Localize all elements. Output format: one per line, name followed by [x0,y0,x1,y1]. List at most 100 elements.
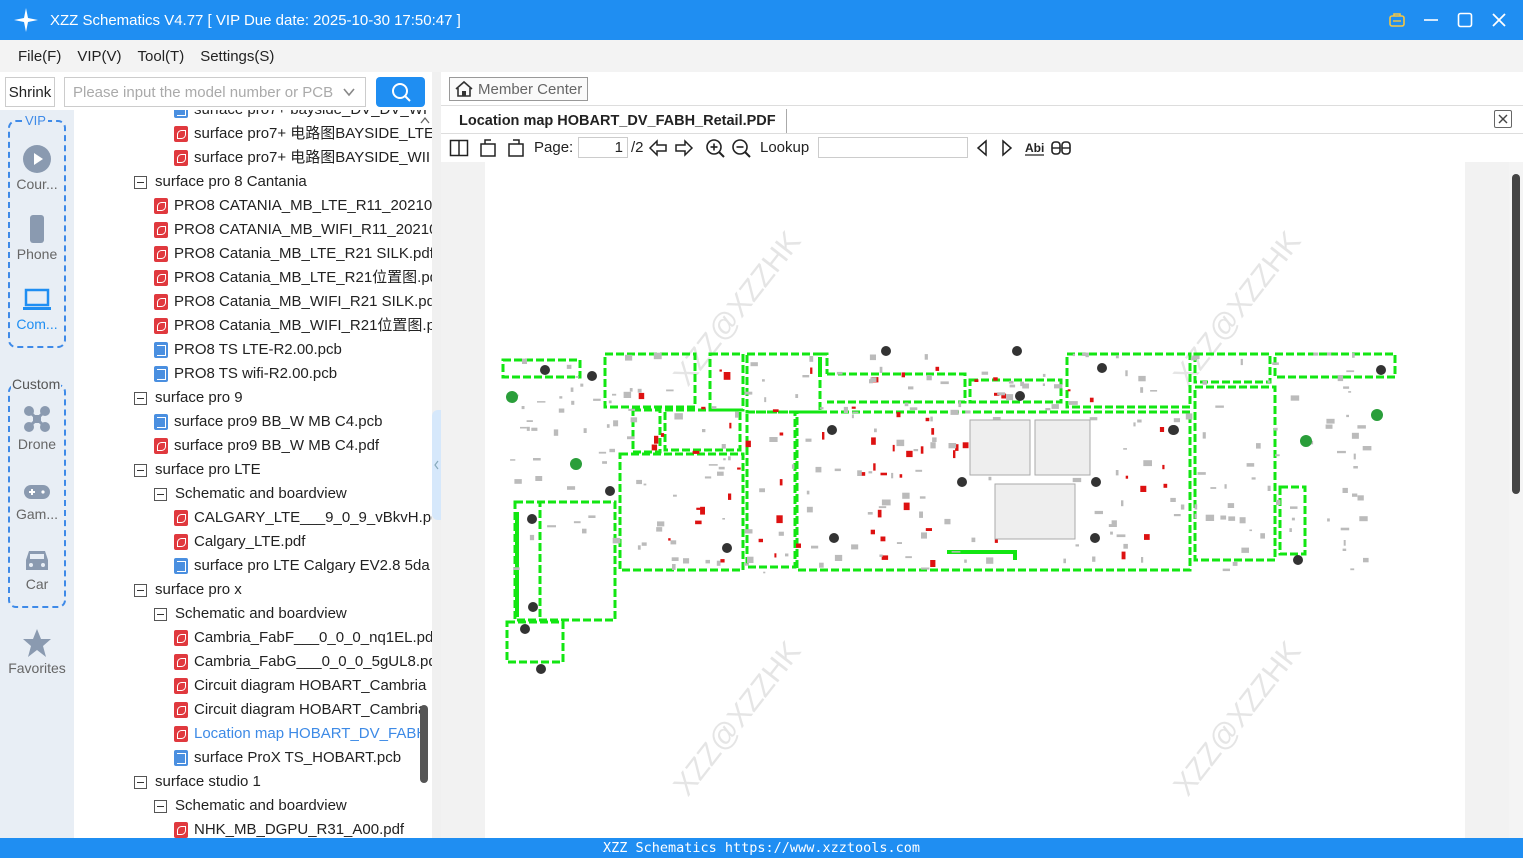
tree-file[interactable]: PRO8 CATANIA_MB_LTE_R11_202101 [154,194,432,218]
rail-item-drone[interactable]: Drone [0,404,74,452]
component-outline [843,406,848,413]
tree-file[interactable]: CALGARY_LTE___9_0_9_vBkvH.pdf [174,506,432,530]
tree-file[interactable]: NHK_MB_DGPU_R31_A00.pdf [174,818,404,838]
zoom-in-icon[interactable] [705,138,725,158]
category-rail: VIP Cour... Phone Com... Custom Drone Ga… [0,110,74,838]
tree-scroll-thumb[interactable] [420,705,428,783]
rail-item-car[interactable]: Car [0,546,74,592]
tree-file[interactable]: PRO8 Catania_MB_LTE_R21位置图.pd [154,266,432,290]
tree-scrollbar[interactable] [418,115,430,835]
collapse-icon[interactable] [134,583,147,597]
find-next-icon[interactable] [999,138,1015,158]
collapse-panel-handle[interactable] [432,410,441,520]
rail-item-course[interactable]: Cour... [0,144,74,192]
component-mark [723,372,731,380]
tree-file[interactable]: surface pro7+ bayside_DV_DV_WI [174,110,427,122]
menu-tool[interactable]: Tool(T) [138,48,185,65]
tree-file[interactable]: surface pro LTE Calgary EV2.8 5da [174,554,430,578]
tree-folder[interactable]: surface pro 9 [134,386,243,410]
chevron-down-icon[interactable] [341,84,357,100]
maximize-button[interactable] [1451,6,1479,34]
rail-item-favorites[interactable]: Favorites [0,628,74,676]
model-search-input[interactable]: Please input the model number or PCB [64,77,366,107]
tree-file[interactable]: surface pro9 BB_W MB C4.pdf [154,434,379,458]
rail-item-label: Cour... [16,176,58,192]
tree-file[interactable]: Location map HOBART_DV_FABH [174,722,427,746]
menu-bar: File(F) VIP(V) Tool(T) Settings(S) [0,40,1523,72]
tree-folder[interactable]: surface studio 1 [134,770,261,794]
tree-file[interactable]: surface pro9 BB_W MB C4.pcb [154,410,382,434]
viewer-scrollbar[interactable] [1509,162,1523,838]
component-outline [913,449,919,452]
tree-file[interactable]: surface pro7+ 电路图BAYSIDE_WII [174,146,430,170]
menu-file[interactable]: File(F) [18,48,61,65]
tree-file[interactable]: PRO8 TS wifi-R2.00.pcb [154,362,337,386]
tree-folder[interactable]: surface pro LTE [134,458,261,482]
tree-file[interactable]: Cambria_FabG___0_0_0_5gUL8.pdf [174,650,432,674]
whole-word-icon[interactable] [1050,138,1072,158]
component-outline [1072,477,1082,483]
menu-settings[interactable]: Settings(S) [200,48,274,65]
component-outline [795,394,799,398]
page-number-input[interactable]: 1 [578,137,628,158]
tree-folder[interactable]: Schematic and boardview [154,794,347,818]
tree-file[interactable]: PRO8 Catania_MB_WIFI_R21 SILK.pdf [154,290,432,314]
tree-file[interactable]: Circuit diagram HOBART_Cambria [174,698,426,722]
collapse-icon[interactable] [154,799,167,813]
component-outline [869,379,873,384]
close-button[interactable] [1485,6,1513,34]
prev-page-icon[interactable] [648,138,668,158]
rail-item-computer[interactable]: Com... [0,286,74,332]
tree-file[interactable]: surface pro7+ 电路图BAYSIDE_LTE [174,122,432,146]
component-outline [1346,414,1349,418]
match-case-icon[interactable]: Abi [1024,138,1046,158]
tree-file[interactable]: Calgary_LTE.pdf [174,530,305,554]
document-viewer[interactable]: XZZ@XZZHK XZZ@XZZHK XZZ@XZZHK XZZ@XZZHK [441,162,1509,838]
tree-folder[interactable]: Schematic and boardview [154,482,347,506]
tree-file[interactable]: PRO8 CATANIA_MB_WIFI_R11_20210 [154,218,432,242]
collapse-icon[interactable] [134,463,147,477]
collapse-icon[interactable] [154,607,167,621]
zoom-out-icon[interactable] [731,138,751,158]
tree-folder[interactable]: surface pro 8 Cantania [134,170,307,194]
rotate-right-icon[interactable] [505,138,525,158]
tree-file[interactable]: PRO8 TS LTE-R2.00.pcb [154,338,342,362]
file-tree[interactable]: surface pro7+ bayside_DV_DV_WIsurface pr… [74,110,432,838]
tree-file[interactable]: surface ProX TS_HOBART.pcb [174,746,401,770]
collapse-icon[interactable] [134,391,147,405]
rail-item-label: Car [25,576,49,592]
component-outline [896,439,905,447]
tree-file[interactable]: PRO8 Catania_MB_LTE_R21 SILK.pdf [154,242,432,266]
rotate-left-icon[interactable] [479,138,499,158]
member-center-button[interactable]: Member Center [449,77,588,101]
tree-file[interactable]: Circuit diagram HOBART_Cambria [174,674,426,698]
component-mark [651,444,658,451]
minimize-button[interactable] [1417,6,1445,34]
tree-folder[interactable]: surface pro x [134,578,242,602]
collapse-icon[interactable] [134,775,147,789]
panel-splitter[interactable] [432,72,441,838]
next-page-icon[interactable] [674,138,694,158]
tree-folder[interactable]: Schematic and boardview [154,602,347,626]
component-mark [810,367,813,374]
viewer-scroll-thumb[interactable] [1512,174,1520,494]
close-document-icon[interactable] [1494,110,1512,128]
component-outline [1351,432,1359,439]
shrink-button[interactable]: Shrink [5,77,55,107]
document-tab[interactable]: Location map HOBART_DV_FABH_Retail.PDF [449,109,787,133]
rail-item-phone[interactable]: Phone [0,214,74,262]
vip-badge-icon[interactable] [1383,6,1411,34]
collapse-icon[interactable] [134,175,147,189]
find-previous-icon[interactable] [974,138,990,158]
scroll-up-icon[interactable] [419,115,431,125]
search-button[interactable] [376,77,425,107]
lookup-input[interactable] [818,137,968,158]
component-outline [805,438,812,442]
tree-file[interactable]: PRO8 Catania_MB_WIFI_R21位置图.pd [154,314,432,338]
custom-tag: Custom [11,376,62,392]
collapse-icon[interactable] [154,487,167,501]
menu-vip[interactable]: VIP(V) [77,48,121,65]
tree-file[interactable]: Cambria_FabF___0_0_0_nq1EL.pdf [174,626,432,650]
sidebar-toggle-icon[interactable] [449,138,469,158]
rail-item-game[interactable]: Gam... [0,480,74,522]
